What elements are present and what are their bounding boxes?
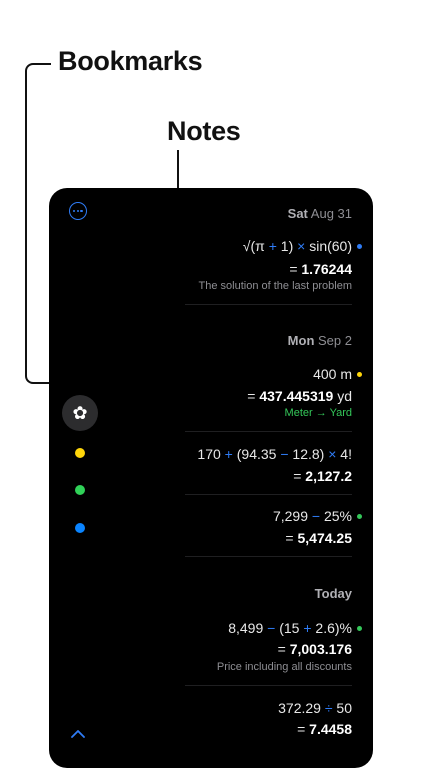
more-menu-icon[interactable]: [69, 202, 87, 220]
expression[interactable]: 400 m: [313, 366, 362, 382]
bookmark-blue[interactable]: [75, 523, 85, 533]
chevron-up-icon[interactable]: [71, 727, 85, 741]
expression[interactable]: 8,499 − (15 + 2.6)%: [228, 620, 362, 636]
note[interactable]: Price including all discounts: [217, 661, 352, 673]
date-header: Today: [314, 586, 352, 601]
note[interactable]: The solution of the last problem: [199, 280, 352, 292]
bookmarks-callout: Bookmarks: [58, 46, 203, 76]
entry-marker-green: [357, 626, 362, 631]
bookmark-sidebar: ✿: [49, 188, 111, 768]
entry-marker-blue: [357, 244, 362, 249]
date-header: Sat Aug 31: [287, 206, 352, 221]
conversion-label[interactable]: Meter → Yard: [285, 407, 352, 419]
result[interactable]: = 7.4458: [297, 721, 352, 737]
expression[interactable]: 7,299 − 25%: [273, 508, 362, 524]
bookmark-yellow[interactable]: [75, 448, 85, 458]
date-header: Mon Sep 2: [287, 333, 352, 348]
notes-callout: Notes: [167, 116, 241, 146]
expression[interactable]: √(π + 1) × sin(60): [243, 238, 362, 254]
divider: [185, 494, 352, 495]
result[interactable]: = 437.445319 yd: [247, 388, 352, 404]
bookmarks-leader-v: [25, 71, 27, 374]
divider: [185, 685, 352, 686]
result[interactable]: = 5,474.25: [285, 530, 352, 546]
calculator-app: ✿ Sat Aug 31 √(π + 1) × sin(60) = 1.7624…: [49, 188, 373, 768]
entry-marker-yellow: [357, 372, 362, 377]
expression[interactable]: 170 + (94.35 − 12.8) × 4!: [197, 446, 352, 462]
expression[interactable]: 372.29 ÷ 50: [278, 700, 352, 716]
divider: [185, 556, 352, 557]
result[interactable]: = 2,127.2: [293, 468, 352, 484]
entry-marker-green: [357, 514, 362, 519]
result[interactable]: = 7,003.176: [278, 641, 352, 657]
bookmark-green[interactable]: [75, 485, 85, 495]
divider: [185, 431, 352, 432]
divider: [185, 304, 352, 305]
bookmark-all-flower-icon[interactable]: ✿: [62, 395, 98, 431]
result[interactable]: = 1.76244: [289, 261, 352, 277]
bookmarks-leader-corner-top: [25, 63, 37, 75]
